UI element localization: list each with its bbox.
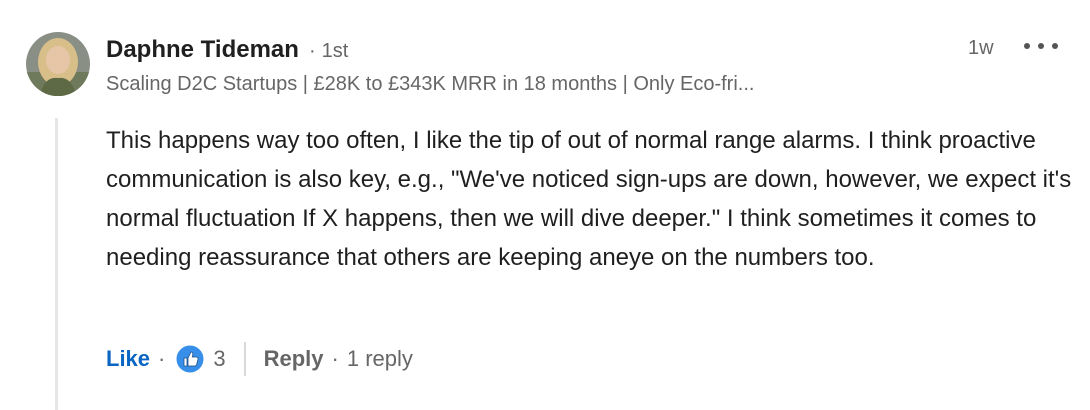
- reply-button[interactable]: Reply: [264, 346, 324, 372]
- like-button[interactable]: Like: [106, 346, 150, 372]
- comment-header: Daphne Tideman · 1st Scaling D2C Startup…: [106, 36, 1006, 96]
- author-avatar[interactable]: [26, 32, 90, 96]
- separator-dot: ·: [331, 346, 339, 371]
- comment-body: This happens way too often, I like the t…: [106, 127, 1072, 271]
- more-options-icon[interactable]: [1024, 34, 1058, 58]
- connection-degree: 1st: [321, 40, 349, 62]
- separator-dot: ·: [308, 40, 316, 62]
- avatar-photo: [26, 32, 90, 96]
- author-headline: Scaling D2C Startups | £28K to £343K MRR…: [106, 73, 755, 95]
- action-divider: [243, 342, 246, 376]
- comment-timestamp: 1w: [968, 37, 994, 59]
- thread-line: [55, 118, 58, 410]
- comment-actions: Like · 3 Reply · 1 reply: [106, 342, 413, 376]
- separator-dot: ·: [158, 346, 166, 371]
- reply-count-link[interactable]: 1 reply: [347, 346, 413, 372]
- author-name[interactable]: Daphne Tideman: [106, 36, 299, 64]
- thumbs-up-icon[interactable]: [175, 344, 205, 374]
- reaction-count[interactable]: 3: [213, 346, 225, 372]
